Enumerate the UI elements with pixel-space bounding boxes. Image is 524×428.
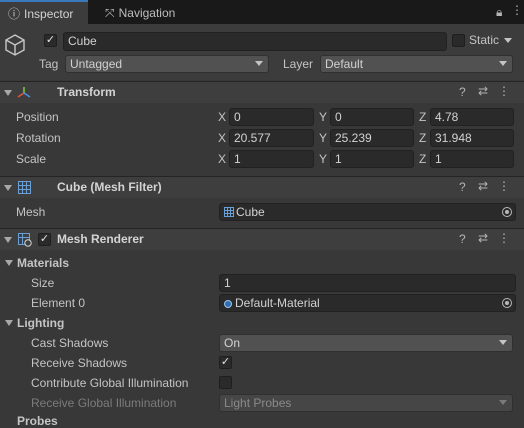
cast-shadows-dropdown[interactable]: On <box>219 334 513 352</box>
material-icon <box>224 300 232 308</box>
axis-z-label: Z <box>419 152 427 166</box>
probes-label[interactable]: Probes <box>17 414 58 428</box>
axis-x-label: X <box>218 110 227 124</box>
axis-y-label: Y <box>319 152 328 166</box>
scale-y-field[interactable]: 1 <box>330 150 414 168</box>
object-picker-icon[interactable] <box>502 207 512 217</box>
cast-shadows-label: Cast Shadows <box>31 336 109 350</box>
rotation-y-field[interactable]: 25.239 <box>330 129 414 147</box>
receive-gi-value: Light Probes <box>224 396 292 410</box>
static-label: Static <box>469 33 500 47</box>
receive-shadows-checkbox[interactable]: ✓ <box>219 356 232 369</box>
more-menu-icon[interactable]: ⋮ <box>511 3 523 17</box>
receive-gi-dropdown[interactable]: Light Probes <box>219 394 513 412</box>
info-icon: ⓘ <box>8 7 21 21</box>
axis-x-label: X <box>218 131 227 145</box>
materials-size-field[interactable]: 1 <box>219 274 516 292</box>
chevron-down-icon <box>499 400 507 405</box>
axis-y-label: Y <box>319 131 328 145</box>
object-header: ✓ Cube Static Tag Untagged Layer Default <box>0 24 524 80</box>
object-name-field[interactable]: Cube <box>63 32 447 51</box>
mesh-filter-header[interactable]: Cube (Mesh Filter) ? ⇄ ⋮ <box>0 176 524 198</box>
preset-icon[interactable]: ⇄ <box>478 231 488 245</box>
materials-foldout-icon[interactable] <box>5 260 13 266</box>
scale-label: Scale <box>16 152 47 166</box>
object-picker-icon[interactable] <box>502 298 512 308</box>
preset-icon[interactable]: ⇄ <box>478 84 488 98</box>
transform-title: Transform <box>57 85 116 99</box>
scale-z-field[interactable]: 1 <box>430 150 514 168</box>
receive-gi-label: Receive Global Illumination <box>31 396 177 410</box>
cube-icon <box>5 34 25 56</box>
position-y-field[interactable]: 0 <box>330 108 414 126</box>
axis-x-label: X <box>218 152 227 166</box>
element0-object-field[interactable]: Default-Material <box>219 294 516 312</box>
position-z-field[interactable]: 4.78 <box>430 108 514 126</box>
mesh-object-field[interactable]: Cube <box>219 203 516 221</box>
chevron-down-icon <box>255 61 263 66</box>
collapse-caret-icon[interactable] <box>4 237 12 243</box>
static-checkbox[interactable] <box>452 34 465 47</box>
transform-icon <box>17 87 31 98</box>
layer-value: Default <box>325 57 364 71</box>
chevron-down-icon <box>499 340 507 345</box>
tab-navigation[interactable]: ⤧ Navigation <box>97 0 205 24</box>
help-icon[interactable]: ? <box>459 232 466 246</box>
preset-icon[interactable]: ⇄ <box>478 179 488 193</box>
mesh-value: Cube <box>236 205 265 219</box>
lighting-foldout-icon[interactable] <box>5 320 13 326</box>
static-dropdown-arrow-icon[interactable] <box>504 38 512 43</box>
lighting-label[interactable]: Lighting <box>17 316 64 330</box>
help-icon[interactable]: ? <box>459 85 466 99</box>
position-label: Position <box>16 110 59 124</box>
position-x-field[interactable]: 0 <box>229 108 314 126</box>
tag-dropdown[interactable]: Untagged <box>65 55 269 73</box>
tab-navigation-label: Navigation <box>118 6 176 20</box>
mesh-renderer-icon <box>18 233 32 247</box>
layer-label: Layer <box>283 57 314 71</box>
transform-header[interactable]: Transform ? ⇄ ⋮ <box>0 81 524 103</box>
mesh-grid-icon <box>18 181 31 194</box>
active-checkbox[interactable]: ✓ <box>44 34 57 47</box>
more-options-icon[interactable]: ⋮ <box>498 231 510 245</box>
cast-shadows-value: On <box>224 336 241 350</box>
tag-label: Tag <box>39 57 59 71</box>
rotation-label: Rotation <box>16 131 61 145</box>
materials-label[interactable]: Materials <box>17 256 69 270</box>
mesh-renderer-title: Mesh Renderer <box>57 232 144 246</box>
rotation-x-field[interactable]: 20.577 <box>229 129 314 147</box>
tab-inspector-label: Inspector <box>24 7 74 21</box>
navigation-icon: ⤧ <box>105 6 115 20</box>
rotation-z-field[interactable]: 31.948 <box>430 129 514 147</box>
receive-shadows-label: Receive Shadows <box>31 356 128 370</box>
axis-z-label: Z <box>419 110 427 124</box>
axis-y-label: Y <box>319 110 328 124</box>
axis-z-label: Z <box>419 131 427 145</box>
mesh-renderer-enabled-checkbox[interactable]: ✓ <box>38 233 51 246</box>
element0-value: Default-Material <box>235 296 320 310</box>
collapse-caret-icon[interactable] <box>4 90 12 96</box>
element0-label: Element 0 <box>31 296 86 310</box>
more-options-icon[interactable]: ⋮ <box>498 84 510 98</box>
help-icon[interactable]: ? <box>459 180 466 194</box>
size-label: Size <box>31 276 55 290</box>
collapse-caret-icon[interactable] <box>4 185 12 191</box>
scale-x-field[interactable]: 1 <box>229 150 314 168</box>
mesh-label: Mesh <box>16 205 46 219</box>
lock-icon[interactable]: 🔒︎ <box>496 5 502 20</box>
tab-inspector[interactable]: ⓘ Inspector <box>0 0 88 24</box>
contribute-gi-label: Contribute Global Illumination <box>31 376 189 390</box>
mesh-icon <box>224 207 234 217</box>
tab-bar: ⓘ Inspector ⤧ Navigation 🔒︎ ⋮ <box>0 0 524 24</box>
chevron-down-icon <box>499 61 507 66</box>
contribute-gi-checkbox[interactable] <box>219 376 232 389</box>
more-options-icon[interactable]: ⋮ <box>498 179 510 193</box>
layer-dropdown[interactable]: Default <box>320 55 513 73</box>
mesh-renderer-header[interactable]: ✓ Mesh Renderer ? ⇄ ⋮ <box>0 228 524 250</box>
tag-value: Untagged <box>70 57 123 71</box>
mesh-filter-title: Cube (Mesh Filter) <box>57 180 162 194</box>
